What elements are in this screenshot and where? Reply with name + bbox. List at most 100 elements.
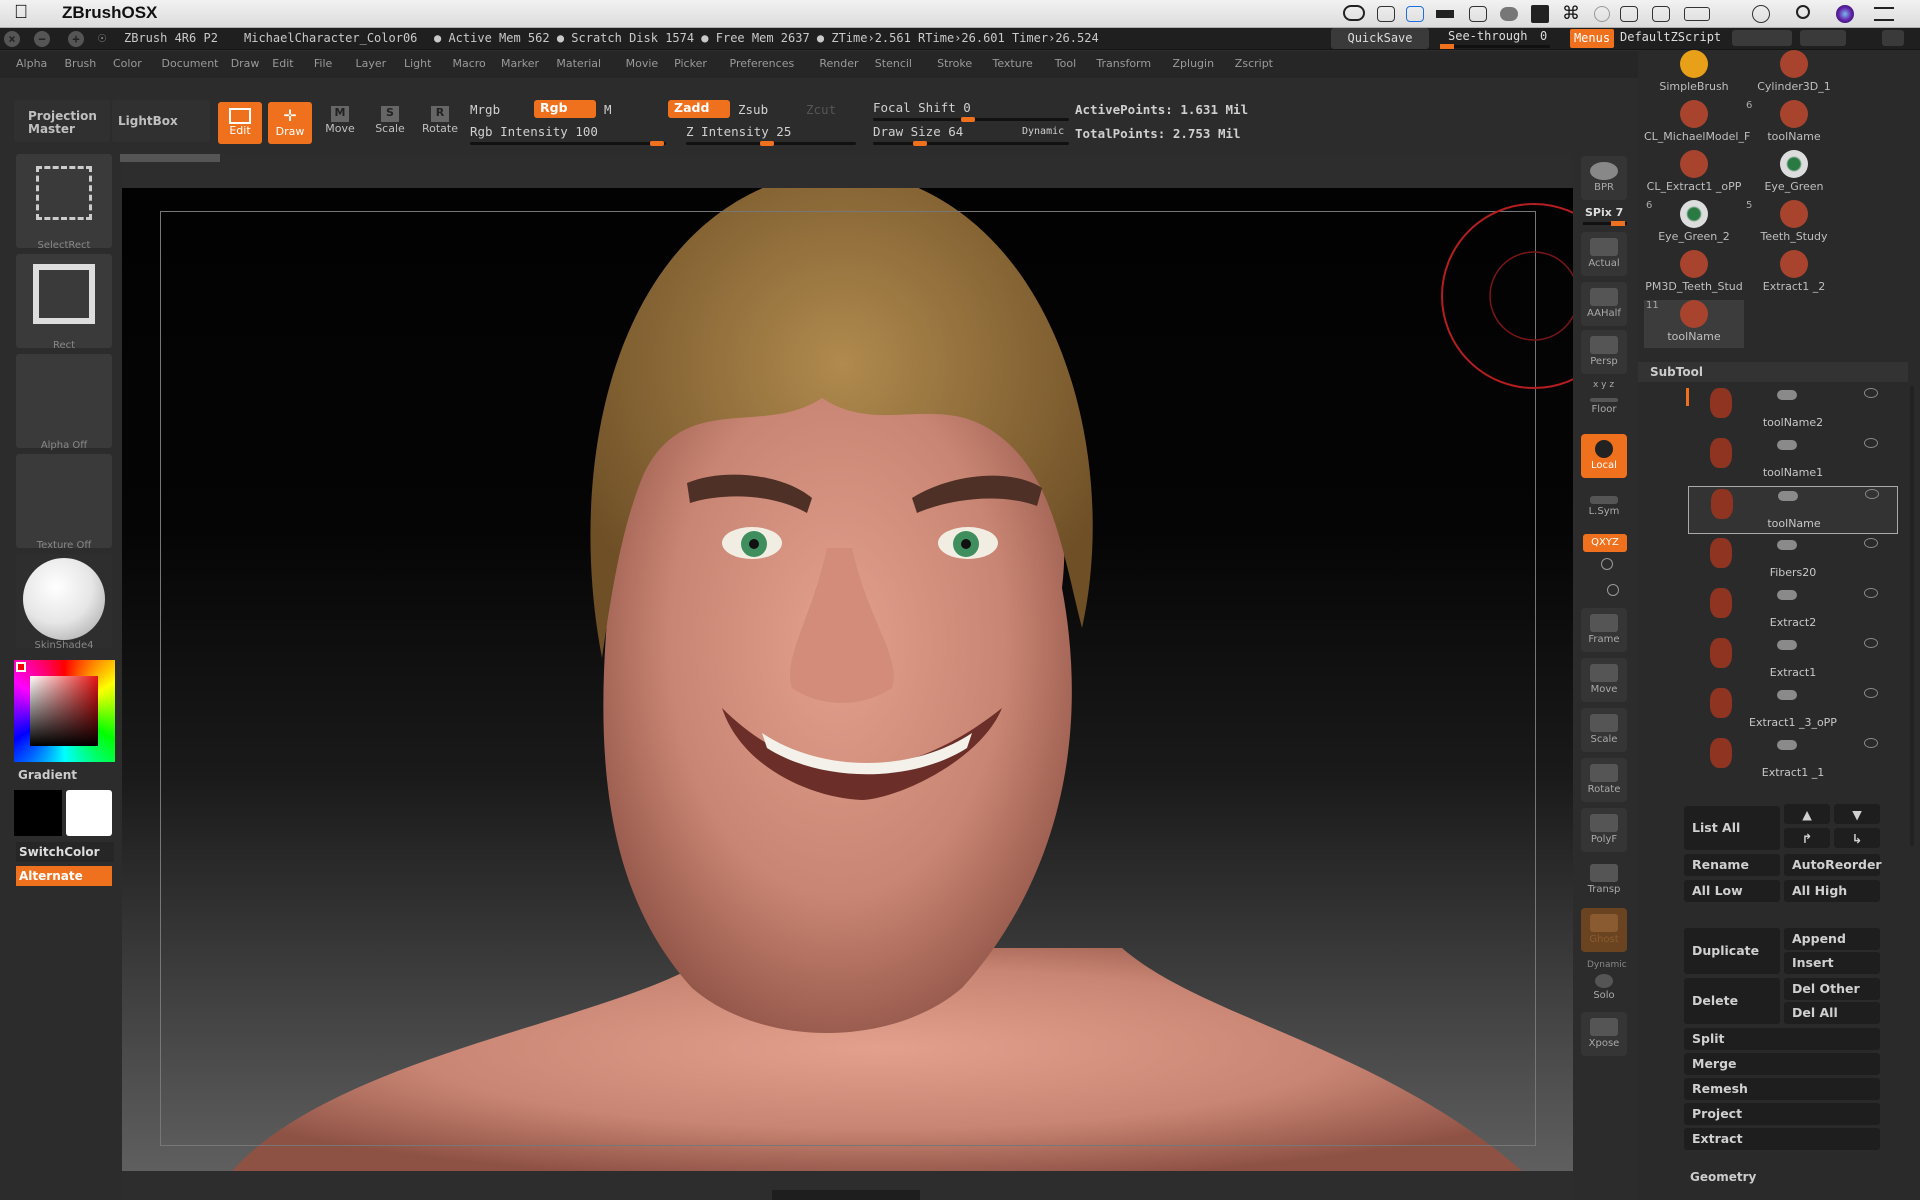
window-icon[interactable] (1469, 6, 1487, 22)
apple-logo-icon[interactable]:  (14, 2, 28, 24)
floor-button[interactable]: Floor (1581, 392, 1627, 428)
focal-shift-slider[interactable] (873, 117, 1069, 122)
gradient-label[interactable]: Gradient (18, 768, 77, 782)
minimize-icon[interactable]: − (34, 31, 50, 47)
zsub-button[interactable]: Zsub (738, 102, 768, 117)
menu-color[interactable]: Color (113, 57, 142, 70)
lsym-button[interactable]: L.Sym (1581, 490, 1627, 526)
subtool-row[interactable]: Extract1 (1688, 636, 1898, 684)
rotate-button[interactable]: R Rotate (418, 102, 462, 144)
bpr-button[interactable]: BPR (1581, 156, 1627, 200)
move-up-icon[interactable]: ▲ (1784, 804, 1830, 824)
switch-color-button[interactable]: SwitchColor (16, 842, 114, 862)
menu-alpha[interactable]: Alpha (16, 57, 47, 70)
move-up-branch-icon[interactable]: ↱ (1784, 828, 1830, 848)
polypaint-toggle-icon[interactable] (1777, 640, 1797, 650)
menu-stencil[interactable]: Stencil (875, 57, 912, 70)
calendar-icon[interactable] (1531, 5, 1549, 23)
default-zscript[interactable]: DefaultZScript (1620, 30, 1721, 44)
menu-preferences[interactable]: Preferences (730, 57, 795, 70)
texture-slot[interactable] (16, 454, 112, 548)
actual-button[interactable]: Actual (1581, 232, 1627, 276)
siri-icon[interactable] (1836, 5, 1854, 23)
rotate-view-button[interactable]: Rotate (1581, 758, 1627, 802)
edit-button[interactable]: Edit (218, 102, 262, 144)
alternate-button[interactable]: Alternate (16, 866, 112, 886)
see-through-slider[interactable] (1440, 44, 1550, 49)
autoreorder-button[interactable]: AutoReorder (1784, 854, 1882, 876)
projection-master-button[interactable]: Projection Master (14, 100, 110, 142)
battery-icon[interactable] (1684, 7, 1710, 21)
local-button[interactable]: Local (1581, 434, 1627, 478)
lock-icon[interactable] (1882, 30, 1904, 46)
menu-stroke[interactable]: Stroke (937, 57, 972, 70)
menu-list-icon[interactable] (1874, 7, 1894, 21)
search-icon[interactable] (1796, 5, 1810, 19)
checkbox-icon[interactable] (1377, 6, 1395, 22)
menu-edit[interactable]: Edit (272, 57, 293, 70)
menu-marker[interactable]: Marker (501, 57, 539, 70)
menu-file[interactable]: File (314, 57, 332, 70)
polypaint-toggle-icon[interactable] (1777, 590, 1797, 600)
delete-button[interactable]: Delete (1684, 978, 1780, 1024)
subtool-row[interactable]: toolName (1688, 486, 1898, 534)
menu-movie[interactable]: Movie (626, 57, 659, 70)
lightbox-button[interactable]: LightBox (112, 100, 210, 142)
polypaint-toggle-icon[interactable] (1777, 390, 1797, 400)
dropbox-icon[interactable] (1406, 6, 1424, 22)
del-all-button[interactable]: Del All (1784, 1002, 1880, 1024)
mrgb-button[interactable]: Mrgb (470, 102, 500, 117)
extract-button[interactable]: Extract (1684, 1128, 1880, 1150)
visibility-eye-icon[interactable] (1864, 638, 1878, 648)
subtool-row[interactable]: Extract2 (1688, 586, 1898, 634)
transp-button[interactable]: Transp (1581, 858, 1627, 902)
menu-render[interactable]: Render (819, 57, 858, 70)
visibility-eye-icon[interactable] (1864, 588, 1878, 598)
battery-status-icon[interactable] (1436, 10, 1454, 18)
dynamic-toggle[interactable]: Dynamic (1022, 126, 1064, 137)
polypaint-toggle-icon[interactable] (1777, 740, 1797, 750)
menu-texture[interactable]: Texture (993, 57, 1033, 70)
list-all-button[interactable]: List All (1684, 806, 1780, 850)
secondary-color-swatch[interactable] (14, 790, 62, 836)
project-button[interactable]: Project (1684, 1103, 1880, 1125)
tool-thumbnail[interactable]: CL_Extract1 _oPP (1644, 150, 1744, 193)
bottom-shelf-toggle-icon[interactable] (772, 1190, 920, 1200)
rect-stroke[interactable] (16, 254, 112, 348)
visibility-eye-icon[interactable] (1864, 738, 1878, 748)
subtool-row[interactable]: Fibers20 (1688, 536, 1898, 584)
clock-icon[interactable] (1752, 5, 1770, 23)
tool-thumbnail[interactable]: toolName 6 (1744, 100, 1844, 143)
rgb-button[interactable]: Rgb (534, 100, 596, 118)
color-picker[interactable] (14, 660, 115, 762)
subtool-scrollbar[interactable] (1910, 386, 1914, 846)
append-button[interactable]: Append (1784, 928, 1880, 950)
polypaint-toggle-icon[interactable] (1778, 491, 1798, 501)
m-button[interactable]: M (604, 102, 612, 117)
all-high-button[interactable]: All High (1784, 880, 1880, 902)
material-slot[interactable] (16, 554, 112, 648)
subtool-row[interactable]: Extract1 _3_oPP (1688, 686, 1898, 734)
menu-transform[interactable]: Transform (1096, 57, 1151, 70)
draw-button[interactable]: ✛ Draw (268, 102, 312, 144)
move-button[interactable]: M Move (318, 102, 362, 144)
spix-label[interactable]: SPix 7 (1585, 206, 1623, 219)
airplay-icon[interactable] (1620, 6, 1638, 22)
layout-icon[interactable] (1800, 30, 1846, 46)
walking-figure-icon[interactable]: ☉ (98, 30, 106, 46)
merge-button[interactable]: Merge (1684, 1053, 1880, 1075)
menu-brush[interactable]: Brush (65, 57, 97, 70)
polypaint-toggle-icon[interactable] (1777, 690, 1797, 700)
menu-draw[interactable]: Draw (231, 57, 260, 70)
tool-thumbnail[interactable]: Eye_Green_2 6 (1644, 200, 1744, 243)
draw-size-slider[interactable] (873, 141, 1069, 146)
duplicate-button[interactable]: Duplicate (1684, 928, 1780, 974)
ghost-button[interactable]: Ghost (1581, 908, 1627, 952)
polyf-button[interactable]: PolyF (1581, 808, 1627, 852)
visibility-eye-icon[interactable] (1864, 688, 1878, 698)
alpha-slot[interactable] (16, 354, 112, 448)
menu-material[interactable]: Material (556, 57, 601, 70)
menu-tool[interactable]: Tool (1055, 57, 1076, 70)
qxyz-button[interactable]: QXYZ (1583, 534, 1627, 552)
tool-thumbnail[interactable]: Eye_Green (1744, 150, 1844, 193)
